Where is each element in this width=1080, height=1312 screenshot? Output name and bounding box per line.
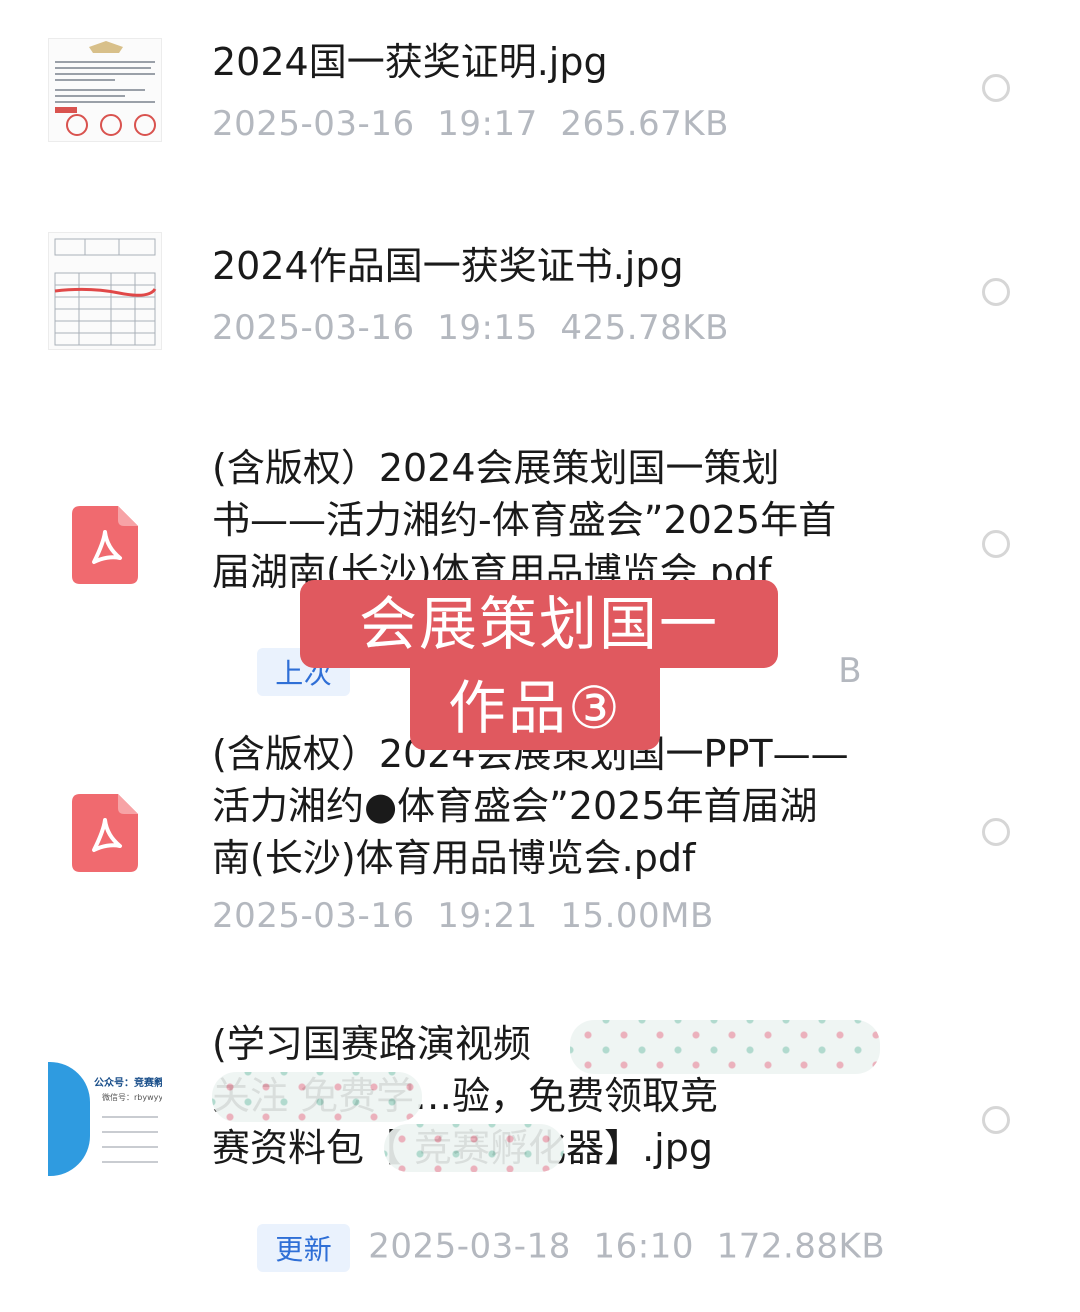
pdf-file-icon bbox=[72, 506, 138, 584]
file-meta: 2025-03-16 19:17 265.67KB bbox=[212, 104, 729, 144]
file-title: (含版权）2024会展策划国一PPT—— 活力湘约●体育盛会”2025年首届湖 … bbox=[212, 728, 912, 884]
file-row[interactable]: 2024作品国一获奖证书.jpg 2025-03-16 19:15 425.78… bbox=[0, 200, 1080, 400]
file-meta: 更新 2025-03-18 16:10 172.88KB bbox=[212, 1184, 885, 1312]
redaction-blur bbox=[384, 1124, 564, 1172]
select-radio[interactable] bbox=[982, 530, 1010, 558]
file-size: 172.88KB bbox=[716, 1226, 886, 1267]
update-tag: 更新 bbox=[257, 1224, 351, 1272]
select-radio[interactable] bbox=[982, 278, 1010, 306]
overlay-banner-line1: 会展策划国一 bbox=[300, 580, 778, 668]
file-meta: 2025-03-16 19:21 15.00MB bbox=[212, 896, 714, 936]
promo-wechat-label: 公众号：竞赛孵化 bbox=[94, 1078, 162, 1089]
file-meta: 2025-03-16 19:15 425.78KB bbox=[212, 308, 729, 348]
file-row[interactable]: 公众号：竞赛孵化 微信号：rbywyy1314 (学习国赛路演视频 关注 免费学… bbox=[0, 1000, 1080, 1272]
table-document-thumbnail bbox=[48, 232, 162, 350]
file-size: 425.78KB bbox=[560, 308, 729, 348]
redaction-blur bbox=[212, 1072, 422, 1122]
file-time: 19:21 bbox=[437, 896, 538, 936]
certificate-thumbnail bbox=[48, 38, 162, 142]
file-time: 19:17 bbox=[437, 104, 538, 144]
redaction-blur bbox=[570, 1020, 880, 1074]
file-size: 265.67KB bbox=[560, 104, 729, 144]
file-title: 2024国一获奖证明.jpg bbox=[212, 40, 608, 84]
file-title-line: 南(长沙)体育用品博览会.pdf bbox=[212, 836, 696, 880]
file-date: 2025-03-16 bbox=[212, 308, 415, 348]
file-title: 2024作品国一获奖证书.jpg bbox=[212, 244, 684, 288]
file-title-line: 活力湘约●体育盛会”2025年首届湖 bbox=[212, 784, 818, 828]
file-date: 2025-03-16 bbox=[212, 896, 415, 936]
file-size-fragment: B bbox=[838, 650, 863, 691]
overlay-banner-line2: 作品③ bbox=[410, 666, 660, 750]
select-radio[interactable] bbox=[982, 74, 1010, 102]
select-radio[interactable] bbox=[982, 1106, 1010, 1134]
pdf-file-icon bbox=[72, 794, 138, 872]
file-title-line: 书——活力湘约-体育盛会”2025年首 bbox=[212, 498, 837, 542]
file-title: (含版权）2024会展策划国一策划 书——活力湘约-体育盛会”2025年首 届湖… bbox=[212, 442, 912, 598]
file-title-line: (含版权）2024会展策划国一策划 bbox=[212, 446, 780, 490]
promo-wechat-id: 微信号：rbywyy1314 bbox=[102, 1093, 162, 1102]
select-radio[interactable] bbox=[982, 818, 1010, 846]
file-time: 16:10 bbox=[593, 1226, 694, 1267]
promo-image-thumbnail: 公众号：竞赛孵化 微信号：rbywyy1314 bbox=[48, 1062, 162, 1176]
file-row[interactable]: 2024国一获奖证明.jpg 2025-03-16 19:17 265.67KB bbox=[0, 0, 1080, 200]
file-time: 19:15 bbox=[437, 308, 538, 348]
file-date: 2025-03-18 bbox=[368, 1226, 571, 1267]
file-size: 15.00MB bbox=[560, 896, 714, 936]
file-date: 2025-03-16 bbox=[212, 104, 415, 144]
